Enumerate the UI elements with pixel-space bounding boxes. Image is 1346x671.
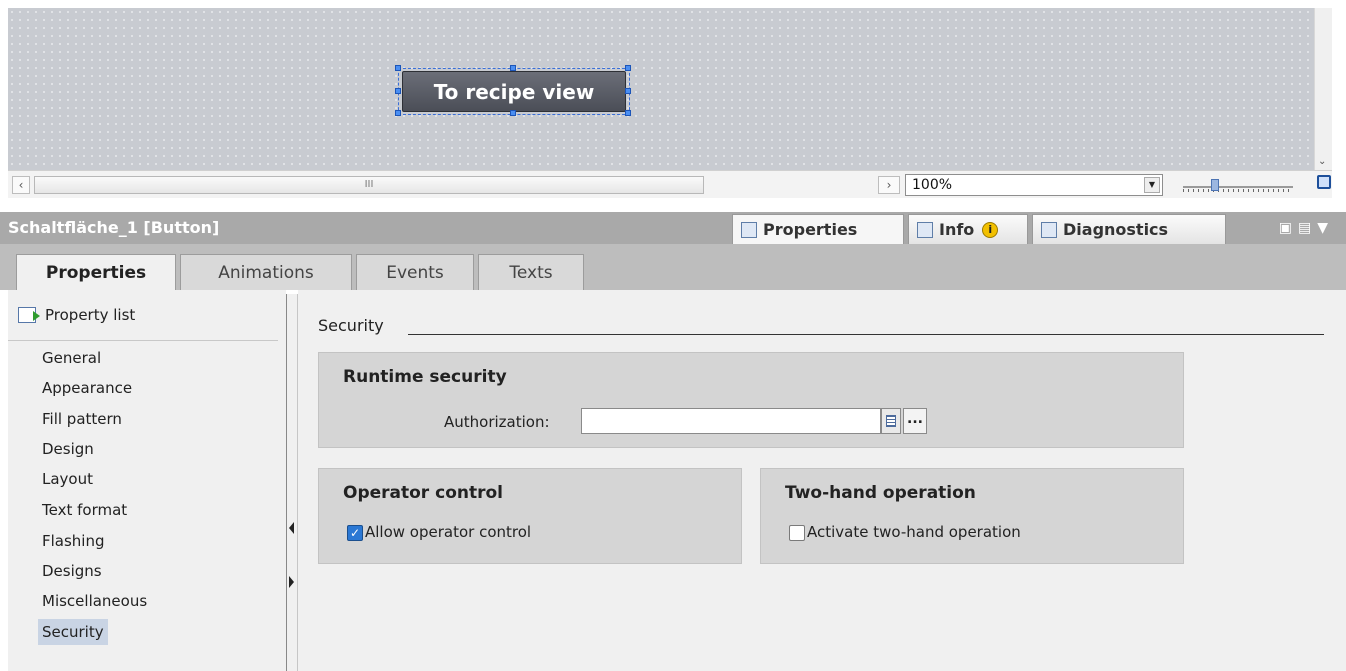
slider-track xyxy=(1183,186,1293,188)
property-nav: Property list General Appearance Fill pa… xyxy=(8,290,286,671)
tab-properties-main[interactable]: Properties xyxy=(732,214,904,244)
diagnostics-icon xyxy=(1041,221,1057,238)
operator-control-group: Operator control ✓ Allow operator contro… xyxy=(318,468,742,564)
tab-properties-label: Properties xyxy=(763,220,858,239)
tab-diagnostics[interactable]: Diagnostics xyxy=(1032,214,1226,244)
horizontal-scroll-thumb[interactable]: III xyxy=(34,176,704,194)
nav-item-designs[interactable]: Designs xyxy=(38,558,106,584)
app-root: To recipe view ⌄ ‹ III › 100% ▼ Schaltfl… xyxy=(0,0,1346,671)
arrow-left-icon[interactable]: ‹ xyxy=(12,176,30,194)
nav-item-layout[interactable]: Layout xyxy=(38,466,97,492)
inspector-title: Schaltfläche_1 [Button] xyxy=(8,218,220,237)
resize-handle-t[interactable] xyxy=(510,65,516,71)
allow-operator-control-label[interactable]: Allow operator control xyxy=(365,523,531,541)
nav-item-security[interactable]: Security xyxy=(38,619,108,645)
properties-icon xyxy=(741,221,757,238)
resize-handle-b[interactable] xyxy=(510,110,516,116)
tab-events[interactable]: Events xyxy=(356,254,474,290)
zoom-select[interactable]: 100% ▼ xyxy=(905,174,1163,196)
activate-two-hand-checkbox[interactable] xyxy=(789,525,805,541)
section-rule xyxy=(408,334,1324,335)
canvas-edge xyxy=(1332,8,1346,198)
collapse-left-icon[interactable] xyxy=(289,522,294,534)
tab-animations[interactable]: Animations xyxy=(180,254,352,290)
section-title: Security xyxy=(318,316,392,335)
tab-properties[interactable]: Properties xyxy=(16,254,176,291)
two-hand-operation-title: Two-hand operation xyxy=(785,483,976,503)
recipe-view-button[interactable]: To recipe view xyxy=(402,71,626,112)
panel-splitter[interactable] xyxy=(286,294,298,671)
info-warning-badge: i xyxy=(982,221,999,238)
zoom-value: 100% xyxy=(912,177,953,193)
security-panel: Security Runtime security Authorization:… xyxy=(298,290,1346,671)
dropdown-arrow-icon[interactable]: ▼ xyxy=(1144,177,1160,193)
nav-divider xyxy=(8,340,278,341)
property-list-link[interactable]: Property list xyxy=(18,306,135,324)
chevron-down-icon[interactable]: ⌄ xyxy=(1318,156,1326,167)
authorization-browse-button[interactable]: ... xyxy=(903,408,927,434)
window-controls-icon[interactable]: ▣▤▼ xyxy=(1279,220,1334,236)
expand-right-icon[interactable] xyxy=(289,576,294,588)
runtime-security-group: Runtime security Authorization: ... xyxy=(318,352,1184,448)
activate-two-hand-label[interactable]: Activate two-hand operation xyxy=(807,523,1021,541)
tab-info[interactable]: Info i xyxy=(908,214,1028,244)
property-list-icon xyxy=(18,307,40,323)
slider-ticks xyxy=(1183,189,1293,192)
allow-operator-control-checkbox[interactable]: ✓ xyxy=(347,525,363,541)
slider-knob[interactable] xyxy=(1211,179,1219,191)
nav-item-text-format[interactable]: Text format xyxy=(38,497,131,523)
nav-item-fill-pattern[interactable]: Fill pattern xyxy=(38,406,126,432)
zoom-slider[interactable] xyxy=(1183,179,1293,193)
canvas-bottom-bar: ‹ III › 100% ▼ xyxy=(8,170,1332,198)
list-icon xyxy=(886,415,896,427)
authorization-input[interactable] xyxy=(581,408,881,434)
tab-info-label: Info xyxy=(939,220,975,239)
authorization-list-button[interactable] xyxy=(881,408,901,434)
property-list-label: Property list xyxy=(45,306,136,324)
operator-control-title: Operator control xyxy=(343,483,503,503)
resize-handle-tr[interactable] xyxy=(625,65,631,71)
resize-handle-tl[interactable] xyxy=(395,65,401,71)
inspector-titlebar: Schaltfläche_1 [Button] Properties Info … xyxy=(0,212,1346,244)
resize-handle-bl[interactable] xyxy=(395,110,401,116)
info-icon xyxy=(917,221,933,238)
tab-texts[interactable]: Texts xyxy=(478,254,584,290)
resize-handle-l[interactable] xyxy=(395,88,401,94)
canvas-vertical-scrollbar[interactable]: ⌄ xyxy=(1314,8,1332,170)
authorization-label: Authorization: xyxy=(444,413,550,431)
tab-diagnostics-label: Diagnostics xyxy=(1063,220,1169,239)
nav-item-design[interactable]: Design xyxy=(38,436,98,462)
zoom-to-fit-icon[interactable] xyxy=(1317,175,1331,189)
resize-handle-br[interactable] xyxy=(625,110,631,116)
nav-item-appearance[interactable]: Appearance xyxy=(38,375,136,401)
nav-item-flashing[interactable]: Flashing xyxy=(38,528,109,554)
screen-canvas[interactable] xyxy=(8,8,1314,170)
subtab-bar: Properties Animations Events Texts xyxy=(0,244,1346,291)
two-hand-operation-group: Two-hand operation Activate two-hand ope… xyxy=(760,468,1184,564)
arrow-right-icon[interactable]: › xyxy=(878,176,900,194)
nav-item-miscellaneous[interactable]: Miscellaneous xyxy=(38,588,151,614)
runtime-security-title: Runtime security xyxy=(343,367,507,387)
nav-item-general[interactable]: General xyxy=(38,345,105,371)
resize-handle-r[interactable] xyxy=(625,88,631,94)
